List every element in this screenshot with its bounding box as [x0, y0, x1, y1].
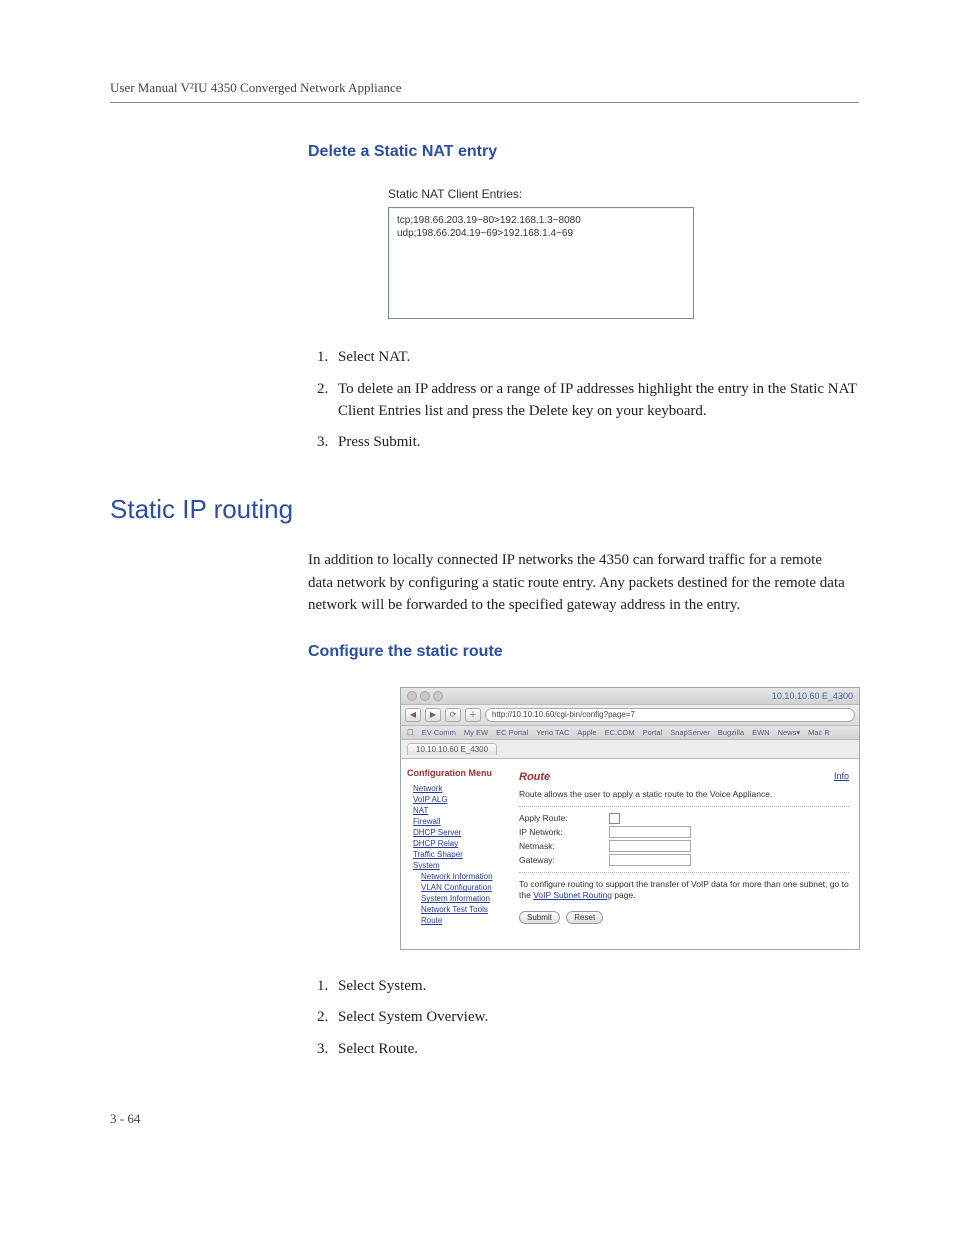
static-nat-entry[interactable]: tcp;198.66.203.19~80>192.168.1.3~8080 — [397, 214, 685, 227]
bookmark-item[interactable]: Portal — [643, 728, 663, 737]
ip-network-input[interactable] — [609, 826, 691, 838]
step-item: To delete an IP address or a range of IP… — [332, 379, 859, 423]
sidebar-subitem-vlan-config[interactable]: VLAN Configuration — [421, 883, 503, 892]
configure-route-steps: Select System. Select System Overview. S… — [308, 976, 859, 1061]
embedded-browser-screenshot: 10.10.10.60 E_4300 ◀ ▶ ⟳ ＋ http://10.10.… — [400, 687, 860, 950]
address-bar[interactable]: http://10.10.10.60/cgi-bin/config?page=7 — [485, 708, 855, 722]
step-item: Select Route. — [332, 1039, 859, 1061]
route-note: To configure routing to support the tran… — [519, 879, 849, 901]
info-link[interactable]: Info — [834, 771, 849, 781]
browser-tab[interactable]: 10.10.10.60 E_4300 — [407, 743, 497, 755]
label-apply-route: Apply Route: — [519, 813, 609, 823]
bookmark-item[interactable]: Bugzilla — [718, 728, 744, 737]
static-nat-entry[interactable]: udp;198.66.204.19~69>192.168.1.4~69 — [397, 227, 685, 240]
step-item: Press Submit. — [332, 432, 859, 454]
heading-static-ip-routing: Static IP routing — [110, 494, 859, 525]
static-ip-routing-paragraph: In addition to locally connected IP netw… — [308, 549, 848, 617]
bookmark-item[interactable]: EC.COM — [605, 728, 635, 737]
sidebar-item-system[interactable]: System — [413, 861, 503, 870]
sidebar-item-dhcp-server[interactable]: DHCP Server — [413, 828, 503, 837]
sidebar-item-firewall[interactable]: Firewall — [413, 817, 503, 826]
sidebar-item-nat[interactable]: NAT — [413, 806, 503, 815]
bookmark-item[interactable]: SnapServer — [670, 728, 710, 737]
label-netmask: Netmask: — [519, 841, 609, 851]
bookmarks-bar: ☐ EV Comm My EW EC Portal Yerio TAC Appl… — [401, 726, 859, 740]
sidebar-subitem-network-test-tools[interactable]: Network Test Tools — [421, 905, 503, 914]
voip-subnet-routing-link[interactable]: VoIP Subnet Routing — [533, 890, 612, 900]
bookmark-item[interactable]: EV Comm — [422, 728, 456, 737]
divider — [519, 872, 849, 873]
bookmark-item[interactable]: ☐ — [407, 728, 414, 737]
forward-button[interactable]: ▶ — [425, 708, 441, 722]
heading-configure-static-route: Configure the static route — [308, 643, 859, 661]
sidebar-item-network[interactable]: Network — [413, 784, 503, 793]
page-number: 3 - 64 — [110, 1111, 859, 1127]
static-nat-entries-listbox[interactable]: tcp;198.66.203.19~80>192.168.1.3~8080 ud… — [388, 207, 694, 319]
route-description: Route allows the user to apply a static … — [519, 789, 849, 800]
bookmark-item[interactable]: My EW — [464, 728, 488, 737]
reset-button[interactable]: Reset — [566, 911, 603, 924]
step-item: Select System. — [332, 976, 859, 998]
delete-nat-steps: Select NAT. To delete an IP address or a… — [308, 347, 859, 454]
label-ip-network: IP Network: — [519, 827, 609, 837]
browser-toolbar: ◀ ▶ ⟳ ＋ http://10.10.10.60/cgi-bin/confi… — [401, 705, 859, 726]
config-sidebar: Configuration Menu Network VoIP ALG NAT … — [401, 759, 509, 949]
close-icon[interactable] — [407, 691, 417, 701]
running-header: User Manual V²IU 4350 Converged Network … — [110, 80, 859, 103]
sidebar-subitem-system-info[interactable]: System Information — [421, 894, 503, 903]
sidebar-subitem-route[interactable]: Route — [421, 916, 503, 925]
bookmark-item[interactable]: Apple — [577, 728, 596, 737]
bookmark-item[interactable]: Yerio TAC — [536, 728, 569, 737]
step-item: Select NAT. — [332, 347, 859, 369]
bookmark-item[interactable]: News▾ — [778, 728, 801, 737]
bookmark-item[interactable]: EWN — [752, 728, 770, 737]
submit-button[interactable]: Submit — [519, 911, 560, 924]
config-main-panel: Info Route Route allows the user to appl… — [509, 759, 859, 949]
back-button[interactable]: ◀ — [405, 708, 421, 722]
heading-delete-static-nat: Delete a Static NAT entry — [308, 143, 859, 161]
sidebar-subitem-network-info[interactable]: Network Information — [421, 872, 503, 881]
reload-button[interactable]: ⟳ — [445, 708, 461, 722]
sidebar-item-dhcp-relay[interactable]: DHCP Relay — [413, 839, 503, 848]
minimize-icon[interactable] — [420, 691, 430, 701]
divider — [519, 806, 849, 807]
bookmark-item[interactable]: Mac R — [808, 728, 830, 737]
window-controls[interactable] — [407, 691, 443, 701]
browser-titlebar: 10.10.10.60 E_4300 — [401, 688, 859, 705]
static-nat-entries-label: Static NAT Client Entries: — [388, 187, 859, 201]
zoom-icon[interactable] — [433, 691, 443, 701]
label-gateway: Gateway: — [519, 855, 609, 865]
window-title: 10.10.10.60 E_4300 — [772, 691, 853, 701]
apply-route-checkbox[interactable] — [609, 813, 620, 824]
sidebar-item-traffic-shaper[interactable]: Traffic Shaper — [413, 850, 503, 859]
add-button[interactable]: ＋ — [465, 708, 481, 722]
bookmark-item[interactable]: EC Portal — [496, 728, 528, 737]
netmask-input[interactable] — [609, 840, 691, 852]
gateway-input[interactable] — [609, 854, 691, 866]
sidebar-item-voip-alg[interactable]: VoIP ALG — [413, 795, 503, 804]
step-item: Select System Overview. — [332, 1007, 859, 1029]
sidebar-title: Configuration Menu — [407, 769, 503, 779]
tab-strip: 10.10.10.60 E_4300 — [401, 740, 859, 759]
panel-title-route: Route — [519, 771, 849, 783]
